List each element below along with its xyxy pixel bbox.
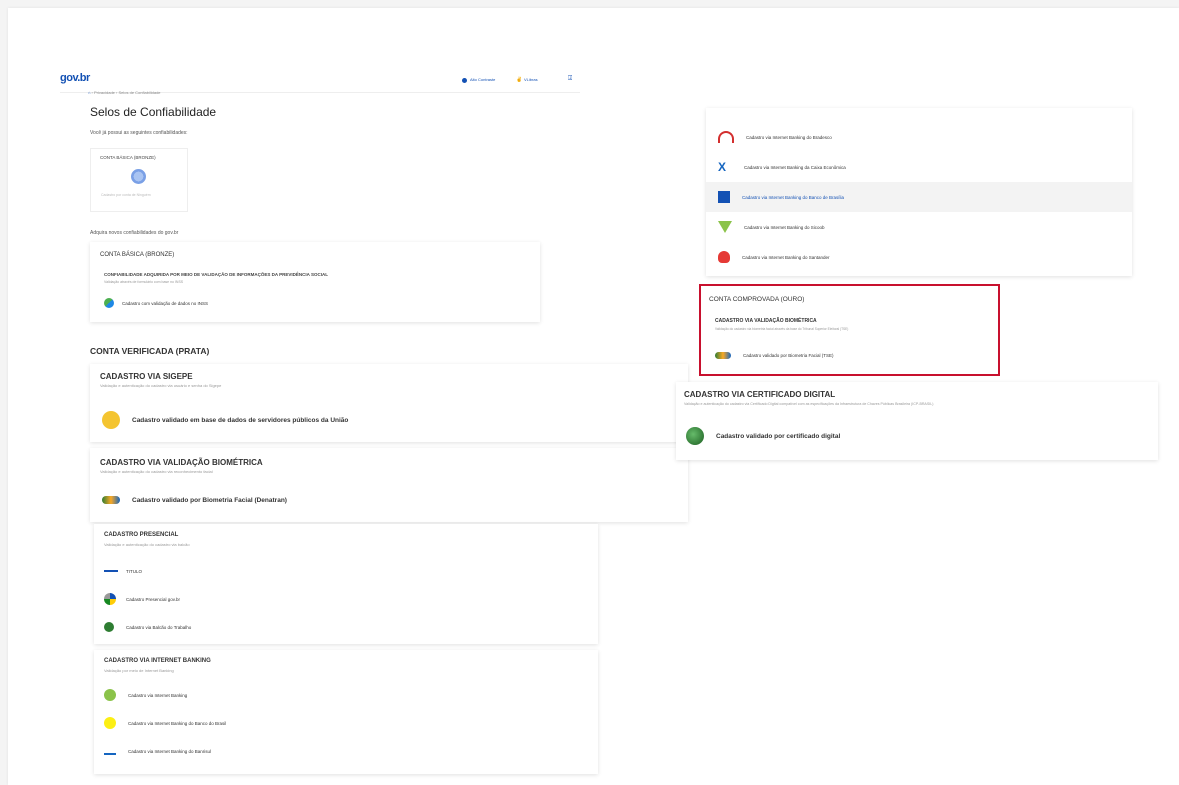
bio-card: CADASTRO VIA VALIDAÇÃO BIOMÉTRICA Valida… xyxy=(90,448,688,522)
brb-item-label: Cadastro via Internet Banking do Banco d… xyxy=(742,194,845,200)
sicoob-item-label: Cadastro via Internet Banking do Sicoob xyxy=(744,224,825,230)
cert-item[interactable]: Cadastro validado por certificado digita… xyxy=(686,426,840,446)
dash-icon xyxy=(104,570,118,572)
bronze-subdesc: Validação através de formulário com base… xyxy=(104,280,184,284)
ouro-title: CONTA COMPROVADA (OURO) xyxy=(709,296,805,303)
tse-item[interactable]: Cadastro validado por Biometria Facial (… xyxy=(715,348,834,362)
santander-icon xyxy=(718,251,730,263)
banking-card: CADASTRO VIA INTERNET BANKING Validação … xyxy=(94,650,598,774)
bio-desc: Validação e autenticação do cadastro via… xyxy=(100,469,213,474)
sigepe-desc: Validação e autenticação do cadastro via… xyxy=(100,383,222,388)
ouro-bio-desc: Validação do cadastro via biometria faci… xyxy=(715,327,849,331)
balcao-item[interactable]: Cadastro via Balcão do Trabalho xyxy=(104,620,191,634)
bio-title: CADASTRO VIA VALIDAÇÃO BIOMÉTRICA xyxy=(100,458,263,467)
presencial-govbr-icon xyxy=(104,593,116,605)
banrisul-item[interactable]: Cadastro via Internet Banking do Banrisu… xyxy=(104,744,211,758)
presencial-tag-label: TITULO xyxy=(126,568,143,574)
owned-seal-title: CONTA BÁSICA (BRONZE) xyxy=(100,155,156,160)
denatran-icon xyxy=(102,496,120,504)
santander-item-label: Cadastro via Internet Banking do Santand… xyxy=(742,254,830,260)
certificado-icon xyxy=(686,427,704,445)
owned-seal-caption: Cadastro por conta de Ninguém xyxy=(101,193,151,197)
cert-card: CADASTRO VIA CERTIFICADO DIGITAL Validaç… xyxy=(676,382,1158,460)
banking-item[interactable]: Cadastro via Internet Banking xyxy=(104,688,187,702)
presencial-govbr-label: Cadastro Presencial gov.br xyxy=(126,596,180,602)
page-canvas: gov.br Alto Contraste ✌ VLibras ⍗ ⌂ › Pr… xyxy=(8,8,1179,785)
sicoob-item[interactable]: Cadastro via Internet Banking do Sicoob xyxy=(706,212,1132,242)
ouro-bio-title: CADASTRO VIA VALIDAÇÃO BIOMÉTRICA xyxy=(715,318,817,324)
page-title: Selos de Confiabilidade xyxy=(90,105,217,119)
bradesco-item-label: Cadastro via Internet Banking do Bradesc… xyxy=(746,134,832,140)
presencial-govbr-item[interactable]: Cadastro Presencial gov.br xyxy=(104,592,180,606)
caixa-item[interactable]: X Cadastro via Internet Banking da Caixa… xyxy=(706,152,1132,182)
caixa-item-label: Cadastro via Internet Banking da Caixa E… xyxy=(744,164,846,170)
denatran-item[interactable]: Cadastro validado por Biometria Facial (… xyxy=(102,492,287,508)
banrisul-icon xyxy=(104,747,116,755)
vlibras-link[interactable]: VLibras xyxy=(524,77,538,82)
bb-item-label: Cadastro via Internet Banking do Banco d… xyxy=(128,720,227,726)
sigepe-icon xyxy=(102,411,120,429)
banrisul-item-label: Cadastro via Internet Banking do Banrisu… xyxy=(128,748,212,754)
inss-item-label: Cadastro com validação de dados no INSS xyxy=(122,300,209,306)
brb-item[interactable]: Cadastro via Internet Banking do Banco d… xyxy=(706,182,1132,212)
sigepe-card: CADASTRO VIA SIGEPE Validação e autentic… xyxy=(90,364,688,442)
bronze-card: CONTA BÁSICA (BRONZE) CONFIABILIDADE ADQ… xyxy=(90,242,540,322)
sicoob-icon xyxy=(718,221,732,233)
presencial-title: CADASTRO PRESENCIAL xyxy=(104,532,179,538)
govbr-logo[interactable]: gov.br xyxy=(60,72,90,84)
inss-item[interactable]: Cadastro com validação de dados no INSS xyxy=(104,296,208,310)
caixa-icon: X xyxy=(718,160,727,174)
bank-generic-icon xyxy=(104,689,116,701)
balcao-icon xyxy=(104,622,114,632)
breadcrumb-current: Selos de Confiabilidade xyxy=(118,90,161,95)
tse-icon xyxy=(715,351,731,359)
ouro-highlight-box: CONTA COMPROVADA (OURO) CADASTRO VIA VAL… xyxy=(699,284,1000,376)
home-icon[interactable]: ⌂ xyxy=(88,90,90,95)
tse-item-label: Cadastro validado por Biometria Facial (… xyxy=(743,352,834,358)
owned-label: Você já possui as seguintes confiabilida… xyxy=(90,130,188,136)
banking-desc: Validação por meio de Internet Banking xyxy=(104,668,174,673)
acquire-label: Adquira novos confiabilidades do gov.br xyxy=(90,230,179,236)
presencial-desc: Validação e autenticação do cadastro via… xyxy=(104,542,190,547)
banks-right-card: Cadastro via Internet Banking do Bradesc… xyxy=(706,108,1132,276)
inss-icon xyxy=(104,298,114,308)
sigepe-item-label: Cadastro validado em base de dados de se… xyxy=(132,416,349,424)
denatran-item-label: Cadastro validado por Biometria Facial (… xyxy=(132,496,287,504)
account-icon[interactable]: ⍗ xyxy=(568,75,572,83)
bradesco-item[interactable]: Cadastro via Internet Banking do Bradesc… xyxy=(706,122,1132,152)
owned-seal-card[interactable]: CONTA BÁSICA (BRONZE) Cadastro por conta… xyxy=(90,148,188,212)
contrast-link[interactable]: Alto Contraste xyxy=(470,77,495,82)
cert-title: CADASTRO VIA CERTIFICADO DIGITAL xyxy=(684,390,836,399)
bb-item[interactable]: Cadastro via Internet Banking do Banco d… xyxy=(104,716,226,730)
brb-icon xyxy=(718,191,730,203)
banco-do-brasil-icon xyxy=(104,717,116,729)
bronze-seal-icon xyxy=(131,169,146,184)
sigepe-title: CADASTRO VIA SIGEPE xyxy=(100,372,193,381)
santander-item[interactable]: Cadastro via Internet Banking do Santand… xyxy=(706,242,1132,272)
prata-title: CONTA VERIFICADA (PRATA) xyxy=(90,346,210,356)
bronze-subtitle: CONFIABILIDADE ADQUIRIDA POR MEIO DE VAL… xyxy=(104,272,329,277)
banking-title: CADASTRO VIA INTERNET BANKING xyxy=(104,658,211,664)
cert-desc: Validação e autenticação do cadastro via… xyxy=(684,402,934,406)
presencial-tag: TITULO xyxy=(104,566,142,576)
contrast-icon[interactable] xyxy=(462,78,467,83)
cert-item-label: Cadastro validado por certificado digita… xyxy=(716,432,841,440)
banking-item-label: Cadastro via Internet Banking xyxy=(128,692,188,698)
vlibras-icon[interactable]: ✌ xyxy=(516,77,522,83)
bradesco-icon xyxy=(718,131,734,143)
bronze-title: CONTA BÁSICA (BRONZE) xyxy=(100,252,175,258)
presencial-card: CADASTRO PRESENCIAL Validação e autentic… xyxy=(94,524,598,644)
breadcrumb: ⌂ › Privacidade › Selos de Confiabilidad… xyxy=(88,90,161,95)
sigepe-item[interactable]: Cadastro validado em base de dados de se… xyxy=(102,410,348,430)
breadcrumb-privacy[interactable]: Privacidade xyxy=(94,90,115,95)
balcao-item-label: Cadastro via Balcão do Trabalho xyxy=(126,624,192,630)
